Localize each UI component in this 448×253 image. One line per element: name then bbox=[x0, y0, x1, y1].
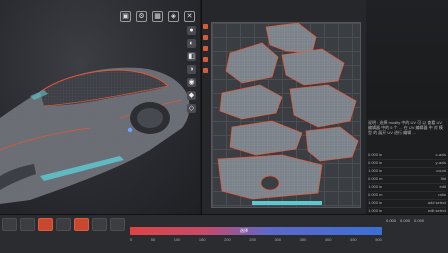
timeline-slider[interactable] bbox=[130, 227, 382, 235]
tick-label: 100 bbox=[173, 237, 181, 242]
bottom-left-tools bbox=[2, 218, 125, 231]
readout-x: 0.000 bbox=[386, 218, 397, 223]
diamond-icon[interactable]: ◆ bbox=[187, 91, 196, 100]
bottom-right-readout: 0.000 0.000 0.000 bbox=[386, 218, 424, 223]
property-row[interactable]: 0.000 in x-axis bbox=[368, 152, 446, 160]
readout-z: 0.000 bbox=[414, 218, 425, 223]
panel-description: 说明 : 选择 modify 中的 UV 可 以 查看 UV 编辑器 中的 5 … bbox=[368, 120, 443, 135]
uv-canvas[interactable] bbox=[211, 22, 361, 208]
tick-label: 50 bbox=[150, 237, 156, 242]
viewport-toolbar: ▣ ⚙ ▦ ◈ ✕ bbox=[120, 9, 195, 23]
close-icon[interactable]: ✕ bbox=[184, 10, 195, 22]
property-row[interactable]: 1.000 in add select bbox=[368, 200, 446, 208]
uv-islands bbox=[217, 22, 359, 205]
grid-icon[interactable]: ▦ bbox=[152, 10, 163, 22]
uv-weld-icon[interactable] bbox=[203, 68, 208, 73]
panel-icon[interactable]: ◧ bbox=[187, 52, 196, 61]
settings-icon[interactable]: ◈ bbox=[168, 10, 179, 22]
tick-label: 200 bbox=[224, 237, 231, 242]
record-icon[interactable] bbox=[20, 218, 35, 231]
tick-label: 0 bbox=[130, 237, 133, 242]
tick-label: 450 bbox=[350, 237, 357, 242]
auto-key-icon[interactable] bbox=[74, 218, 89, 231]
uv-select-icon[interactable] bbox=[203, 57, 208, 62]
key-icon[interactable] bbox=[38, 218, 53, 231]
tick-label: 400 bbox=[324, 237, 332, 242]
tick-label: 150 bbox=[198, 237, 206, 242]
uv-rotate-icon[interactable] bbox=[203, 35, 208, 40]
frame-icon[interactable] bbox=[56, 218, 71, 231]
uv-move-icon[interactable] bbox=[203, 24, 208, 29]
uv-scale-icon[interactable] bbox=[203, 46, 208, 51]
property-row[interactable]: 0.000 m flat bbox=[368, 176, 446, 184]
uv-tools bbox=[203, 24, 210, 73]
target-icon[interactable]: ◉ bbox=[187, 78, 196, 87]
viewport-side-tools: ● ◐ ◧ ◑ ◉ ◆ ◇ bbox=[187, 26, 198, 113]
property-row[interactable]: 0.000 m ratio bbox=[368, 192, 446, 200]
next-icon[interactable] bbox=[110, 218, 125, 231]
tick-label: 250 bbox=[249, 237, 256, 242]
sphere-icon[interactable]: ● bbox=[187, 26, 196, 35]
prev-icon[interactable] bbox=[92, 218, 107, 231]
shade-icon[interactable]: ◑ bbox=[187, 65, 196, 74]
panel-preview-area bbox=[366, 0, 448, 118]
play-icon[interactable] bbox=[2, 218, 17, 231]
timeline-label: 选择 bbox=[240, 228, 248, 233]
half-shade-icon[interactable]: ◐ bbox=[187, 39, 196, 48]
tick-label: 350 bbox=[299, 237, 307, 242]
3d-viewport[interactable] bbox=[0, 0, 200, 214]
gear-icon[interactable]: ⚙ bbox=[136, 10, 147, 22]
tick-label: 500 bbox=[375, 237, 382, 242]
property-row[interactable]: 1.000 in count bbox=[368, 168, 446, 176]
diamond-outline-icon[interactable]: ◇ bbox=[187, 104, 196, 113]
image-icon[interactable]: ▣ bbox=[120, 10, 131, 22]
timeline-ticks: 0 50 100 150 200 250 300 350 400 450 500 bbox=[130, 237, 382, 242]
property-row[interactable]: 1.000 in edit bbox=[368, 184, 446, 192]
property-row[interactable]: 0.000 in y-axis bbox=[368, 160, 446, 168]
car-model bbox=[0, 67, 190, 205]
tick-label: 300 bbox=[274, 237, 282, 242]
readout-y: 0.000 bbox=[400, 218, 411, 223]
